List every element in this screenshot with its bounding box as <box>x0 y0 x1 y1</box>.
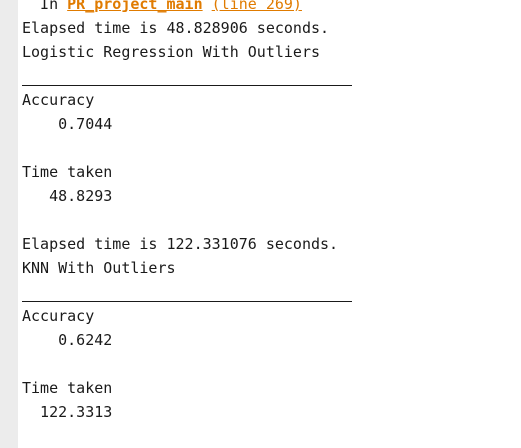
accuracy-label-1: Accuracy <box>22 91 95 109</box>
accuracy-label-2: Accuracy <box>22 307 95 325</box>
section-title-2: KNN With Outliers <box>22 259 176 277</box>
line-number-link[interactable]: (line 269) <box>212 0 302 13</box>
left-gutter <box>0 0 18 448</box>
section-divider-1 <box>22 85 352 86</box>
link-spacer <box>203 0 212 13</box>
error-location-line: In PR_project_main (line 269) <box>22 0 302 15</box>
time-taken-label-2: Time taken <box>22 379 113 397</box>
elapsed-time-line-1: Elapsed time is 48.828906 seconds. <box>22 19 330 37</box>
elapsed-time-line-2: Elapsed time is 122.331076 seconds. <box>22 235 339 253</box>
accuracy-value-1: 0.7044 <box>22 115 113 133</box>
console-output[interactable]: In PR_project_main (line 269) Elapsed ti… <box>22 0 512 448</box>
accuracy-value-2: 0.6242 <box>22 331 113 349</box>
section-divider-2 <box>22 301 352 302</box>
matlab-command-window: In PR_project_main (line 269) Elapsed ti… <box>0 0 521 448</box>
time-taken-label-1: Time taken <box>22 163 113 181</box>
time-taken-value-1: 48.8293 <box>22 187 113 205</box>
function-link[interactable]: PR_project_main <box>67 0 202 13</box>
time-taken-value-2: 122.3313 <box>22 403 113 421</box>
error-location-prefix: In <box>22 0 68 13</box>
section-title-1: Logistic Regression With Outliers <box>22 43 321 61</box>
